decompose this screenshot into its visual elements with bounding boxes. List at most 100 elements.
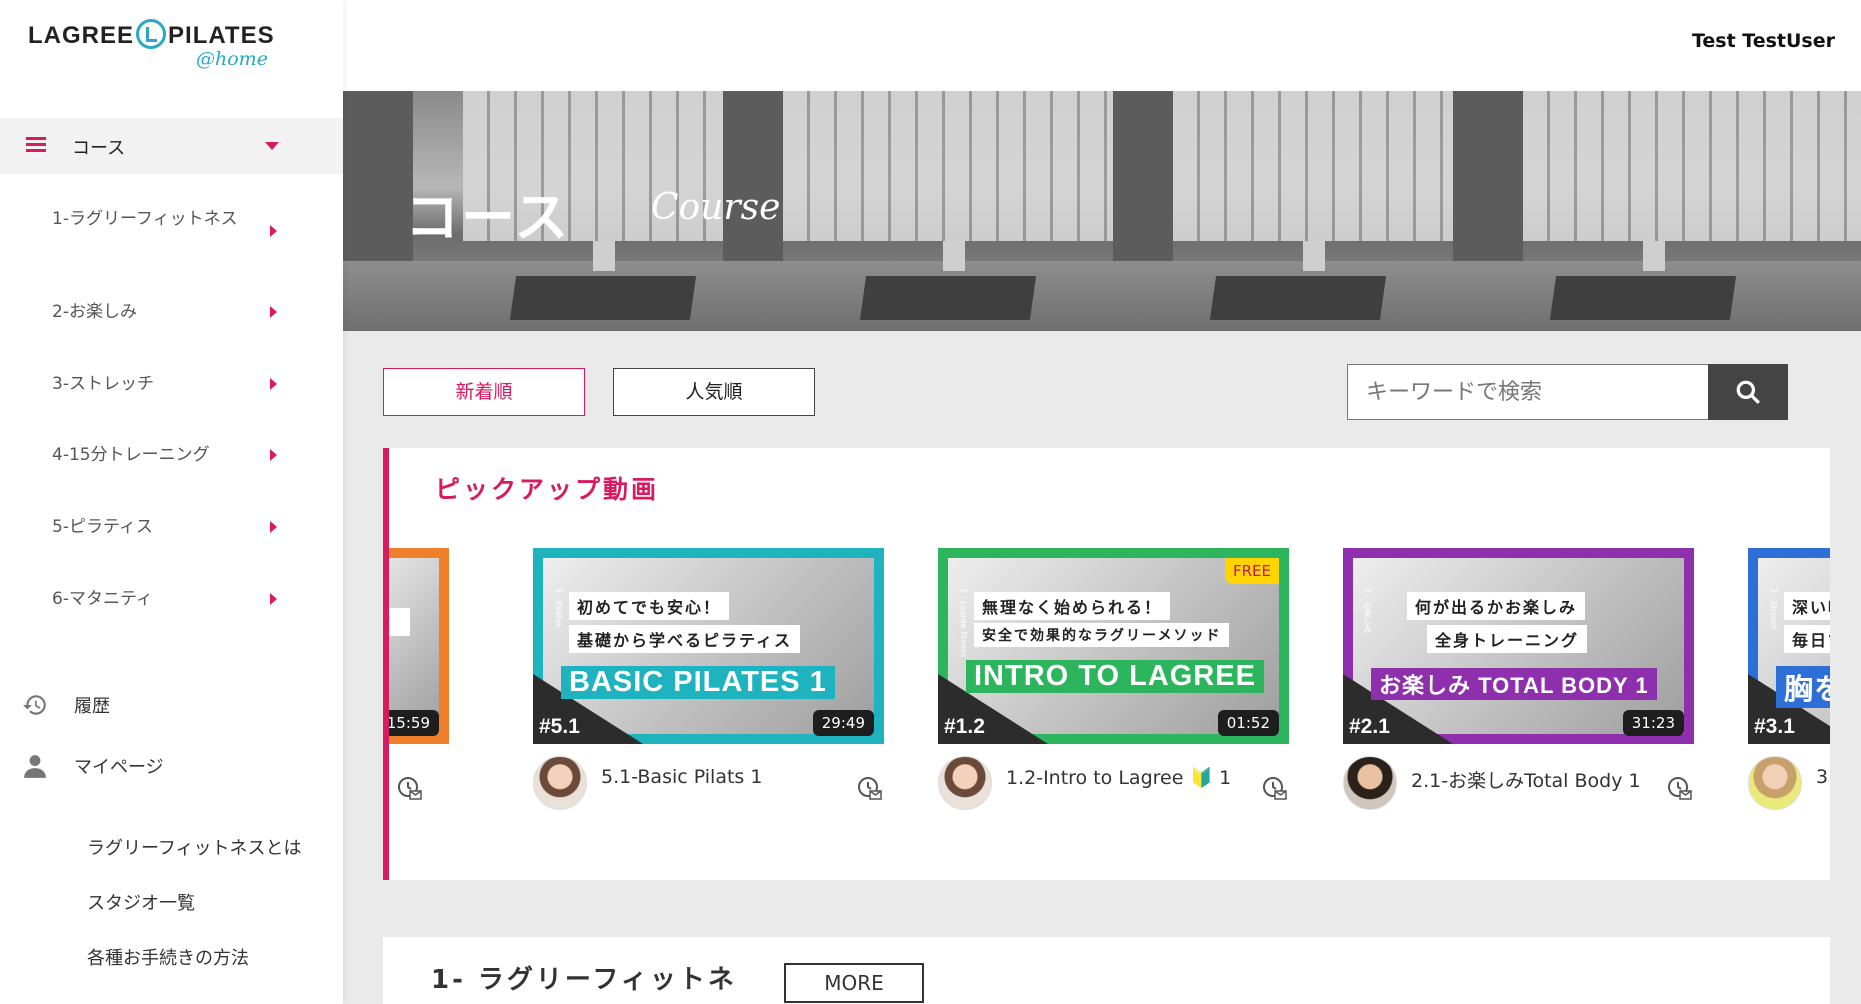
logo-sub: @home [196,48,268,70]
thumb-caption: プ！ [389,608,411,636]
sidebar-item-label: 3-ストレッチ [52,374,154,394]
watch-later-icon[interactable] [856,775,884,803]
video-title[interactable]: 2.1-お楽しみTotal Body 1 [1411,766,1641,793]
sidebar-item-course-6[interactable]: 6-マタニティ [52,585,302,613]
mypage-label: マイページ [74,757,164,778]
video-title[interactable]: 5.1-Basic Pilats 1 [601,766,762,788]
thumb-caption: 深い呼 [1784,592,1830,620]
video-thumbnail[interactable]: プ！ 1 15:59 [383,548,449,744]
search-button[interactable] [1708,364,1788,420]
more-button[interactable]: MORE [784,963,924,1003]
video-thumbnail[interactable]: 1 - Lagree fitness FREE 無理なく始められる！ 安全で効果… [938,548,1289,744]
instructor-avatar [1343,756,1397,810]
instructor-avatar [938,756,992,810]
thumb-big-title: 1 [383,668,387,701]
watch-later-icon[interactable] [1666,775,1694,803]
hero-banner: コース Course [343,91,1861,331]
sidebar-item-course-3[interactable]: 3-ストレッチ [52,370,302,398]
search-input[interactable] [1347,364,1709,420]
section-title: 1- ラグリーフィットネ [431,965,737,995]
hero-subtitle: Course [651,187,781,228]
caret-right-icon [270,593,277,605]
free-badge: FREE [1224,558,1279,584]
sidebar-item-label: 1-ラグリーフィットネス [52,209,238,229]
thumb-caption: 初めてでも安心！ [569,592,730,620]
watch-later-icon[interactable] [396,775,424,803]
thumb-caption: 無理なく始められる！ [974,592,1171,620]
video-number: #5.1 [539,715,580,738]
thumb-vertical-text: 5 - Pilates [554,588,563,628]
card-meta: 1.2-Intro to Lagree 🔰 1 [938,744,1289,814]
caret-down-icon [265,142,279,150]
user-name[interactable]: Test TestUser [1692,30,1835,52]
hero-block [593,241,615,271]
video-card[interactable]: 3 - Stretch 深い呼 毎日で 胸を #3.1 3 [1748,548,1830,814]
hero-wall [343,91,413,261]
sidebar-item-label: 5-ピラティス [52,517,153,537]
duration-badge: 01:52 [1217,710,1279,736]
logo-text-a: LAGREE [28,22,135,49]
hero-wall [1113,91,1173,261]
caret-right-icon [270,306,277,318]
thumb-caption: 何が出るかお楽しみ [1407,592,1586,620]
card-meta: 5.1-Basic Pilats 1 [533,744,884,814]
nav-course[interactable]: コース [0,118,343,174]
thumb-caption: 基礎から学べるピラティス [569,625,801,653]
watch-later-icon[interactable] [1261,775,1289,803]
thumb-caption: 毎日で [1784,625,1830,653]
pickup-title: ピックアップ動画 [435,475,660,504]
video-thumbnail[interactable]: 3 - Stretch 深い呼 毎日で 胸を #3.1 [1748,548,1830,744]
video-thumbnail[interactable]: 2 - お楽しみ 何が出るかお楽しみ 全身トレーニング お楽しみ TOTAL B… [1343,548,1694,744]
video-card[interactable]: プ！ 1 15:59 [383,548,449,814]
video-card[interactable]: 1 - Lagree fitness FREE 無理なく始められる！ 安全で効果… [938,548,1289,814]
history-icon [23,695,46,715]
sidebar-item-course-5[interactable]: 5-ピラティス [52,513,302,541]
logo-text-b: PILATES [168,22,275,49]
history-label: 履歴 [74,696,110,717]
sort-popular-button[interactable]: 人気順 [613,368,815,416]
video-number: #1.2 [944,715,985,738]
hero-block [943,241,965,271]
logo[interactable]: LAGREE PILATES @home [28,18,274,78]
sidebar-item-course-1[interactable]: 1-ラグリーフィットネス [52,205,302,237]
video-title[interactable]: 3 [1816,766,1828,788]
caret-right-icon [270,521,277,533]
video-thumbnail[interactable]: 5 - Pilates 初めてでも安心！ 基礎から学べるピラティス BASIC … [533,548,884,744]
hero-mat [859,276,1037,320]
caret-right-icon [270,225,277,237]
hero-block [1643,241,1665,271]
instructor-avatar [1748,756,1802,810]
link-studio-list[interactable]: スタジオ一覧 [87,889,195,915]
thumb-big-title: INTRO TO LAGREE [966,660,1264,693]
caret-right-icon [270,378,277,390]
link-procedures[interactable]: 各種お手続きの方法 [87,944,249,970]
link-about-lagree[interactable]: ラグリーフィットネスとは [87,834,302,860]
instructor-avatar [533,756,587,810]
duration-badge: 31:23 [1622,710,1684,736]
thumb-big-title: 胸を [1776,666,1830,708]
thumb-big-title: お楽しみ TOTAL BODY 1 [1371,668,1657,700]
thumb-caption: 安全で効果的なラグリーメソッド [974,623,1230,647]
hero-title: コース [405,186,571,249]
sidebar-item-course-4[interactable]: 4-15分トレーニング [52,441,302,469]
sort-newest-button[interactable]: 新着順 [383,368,585,416]
video-card[interactable]: 5 - Pilates 初めてでも安心！ 基礎から学べるピラティス BASIC … [533,548,884,814]
logo-mark-icon [136,18,167,49]
nav-course-label: コース [72,138,126,159]
hero-block [1303,241,1325,271]
duration-badge: 15:59 [389,710,439,736]
sidebar-item-course-2[interactable]: 2-お楽しみ [52,298,302,326]
user-icon [24,755,46,778]
hero-mat [1209,276,1387,320]
hamburger-icon [26,137,46,153]
caret-right-icon [270,449,277,461]
video-title[interactable]: 1.2-Intro to Lagree 🔰 1 [1006,766,1231,789]
video-card[interactable]: 2 - お楽しみ 何が出るかお楽しみ 全身トレーニング お楽しみ TOTAL B… [1343,548,1694,814]
video-number: #2.1 [1349,715,1390,738]
card-meta: 3 [1748,744,1830,814]
card-meta [389,744,449,814]
thumb-image [389,558,439,734]
thumb-vertical-text: 1 - Lagree fitness [959,588,968,658]
sidebar: LAGREE PILATES @home コース 1-ラグリーフィットネス 2-お… [0,0,343,1004]
hero-mat [1549,276,1737,320]
